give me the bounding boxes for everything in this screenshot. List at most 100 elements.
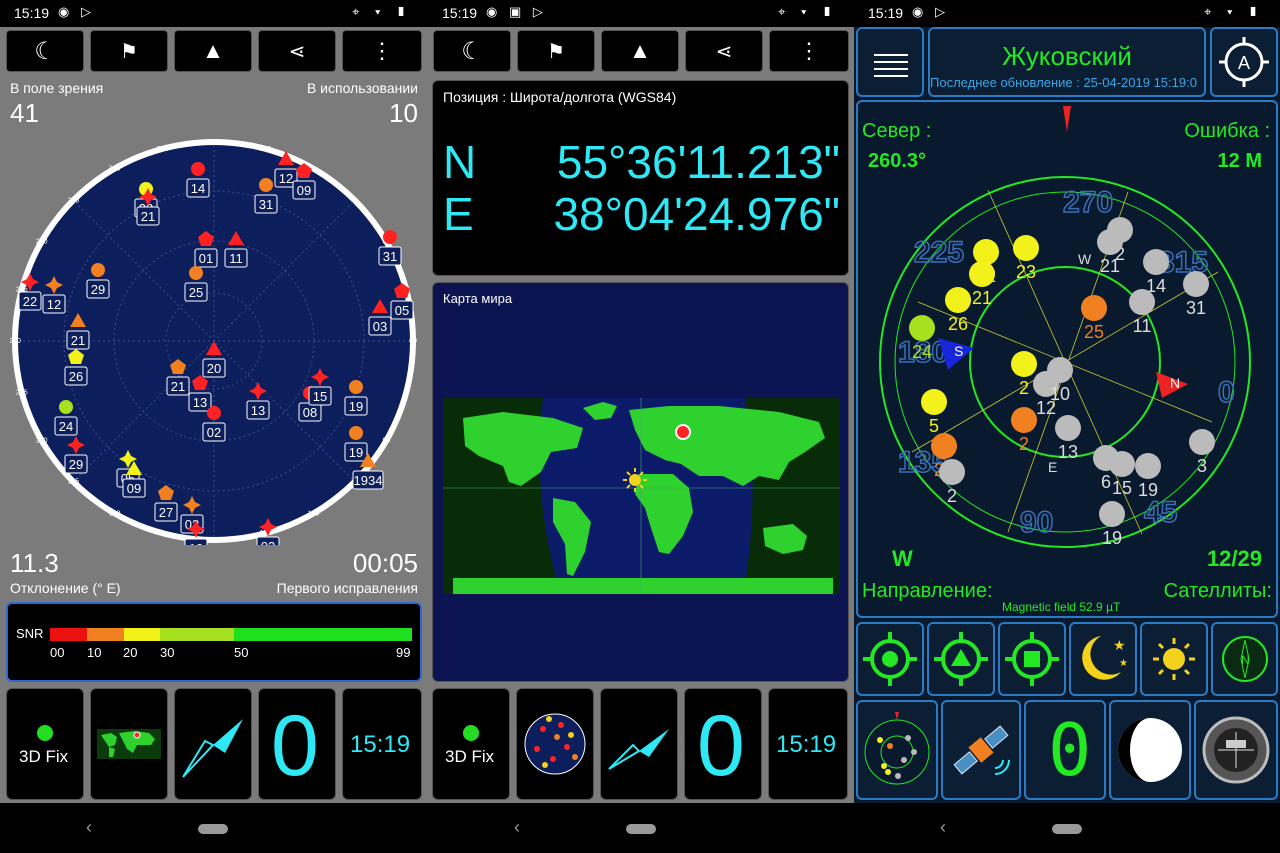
compass-satellite-id: 19 xyxy=(1102,528,1122,548)
radar-degree-tick: 90 xyxy=(382,438,390,445)
hiking-button[interactable]: ⚑ xyxy=(517,30,595,72)
satellite-id: 15 xyxy=(313,389,327,404)
world-map xyxy=(443,398,840,594)
hiking-button[interactable]: ⚑ xyxy=(90,30,168,72)
clock-tile[interactable]: 15:19 xyxy=(768,688,848,800)
home-pill-icon[interactable] xyxy=(626,824,656,834)
compass-satellite[interactable]: 19 xyxy=(1099,501,1125,548)
in-use-label: В использовании xyxy=(306,80,418,96)
digital-digit: 0 xyxy=(1048,708,1092,792)
menu-button[interactable] xyxy=(856,27,924,97)
back-icon[interactable]: ‹ xyxy=(514,817,520,838)
compass-satellite[interactable]: 23 xyxy=(1013,235,1039,282)
satellite-id: 21 xyxy=(71,333,85,348)
share-button[interactable]: ⋖ xyxy=(258,30,336,72)
speed-tile[interactable]: 0 xyxy=(684,688,762,800)
fix-status-tile[interactable]: 3D Fix xyxy=(432,688,510,800)
clock-tile[interactable]: 15:19 xyxy=(342,688,422,800)
world-map-panel[interactable]: Карта мира xyxy=(432,282,849,682)
compass-satellite[interactable]: 3 xyxy=(1189,429,1215,476)
day-mode-button[interactable] xyxy=(1140,622,1208,696)
moon-phase-icon xyxy=(1118,718,1182,782)
satellite-id: 10 xyxy=(189,541,203,545)
coordinates-title: Позиция : Широта/долгота (WGS84) xyxy=(443,89,677,105)
satellite-id: 25 xyxy=(189,285,203,300)
fix-status-tile[interactable]: 3D Fix xyxy=(6,688,84,800)
declination-label: Отклонение (° E) xyxy=(10,580,121,596)
gps-triangle-button[interactable] xyxy=(927,622,995,696)
compass-satellite[interactable]: 25 xyxy=(1081,295,1107,342)
ttff-label: Первого исправления xyxy=(276,580,418,596)
compass-satellite[interactable]: 2 xyxy=(1011,407,1037,454)
navigate-button[interactable]: ▲ xyxy=(174,30,252,72)
compass-satellite[interactable]: 2 xyxy=(939,459,965,506)
radar-degree-tick: 330 xyxy=(208,139,220,146)
heading-marker-icon xyxy=(1063,106,1071,132)
compass-tile[interactable] xyxy=(174,688,252,800)
home-pill-icon[interactable] xyxy=(1052,824,1082,834)
share-button[interactable]: ⋖ xyxy=(685,30,763,72)
declination-value: 11.3 xyxy=(10,548,59,578)
compass-satellite[interactable]: 15 xyxy=(1109,451,1135,498)
navigate-button[interactable]: ▲ xyxy=(601,30,679,72)
more-menu-button[interactable]: ⋮ xyxy=(769,30,849,72)
status-bar: 15:19 ◉ ▷ ⌖ ▾ ▮ xyxy=(854,0,1280,27)
gps-fix-button[interactable] xyxy=(856,622,924,696)
night-mode-button[interactable]: ☾ xyxy=(6,30,84,72)
compass-satellite-id: 21 xyxy=(972,288,992,308)
compass-satellite[interactable]: 5 xyxy=(921,389,947,436)
speed-tile[interactable]: 0 xyxy=(258,688,336,800)
satellite-id: 31 xyxy=(383,249,397,264)
satellite-id: 31 xyxy=(259,197,273,212)
satellite-id: 21 xyxy=(171,379,185,394)
sky-radar[interactable]: 3003153303453045609012013515018019521022… xyxy=(10,137,418,545)
compass-needle-icon xyxy=(608,729,669,770)
satellite-id: 29 xyxy=(69,457,83,472)
compass-satellite[interactable]: 11 xyxy=(1129,289,1155,336)
compass-satellite[interactable]: 2 xyxy=(1011,351,1037,398)
snr-tick: 99 xyxy=(396,645,411,660)
status-time: 15:19 xyxy=(14,5,50,21)
radar-degree-tick: 300 xyxy=(109,166,121,173)
compass-mode-button[interactable]: N xyxy=(1211,622,1278,696)
moon-phase-button[interactable] xyxy=(1109,700,1191,800)
snr-tick: 10 xyxy=(87,645,102,660)
world-map-tile[interactable] xyxy=(90,688,168,800)
night-mode-button[interactable]: ★ ★ xyxy=(1069,622,1137,696)
gps-square-button[interactable] xyxy=(998,622,1066,696)
satellite-id: 13 xyxy=(193,395,207,410)
back-icon[interactable]: ‹ xyxy=(86,817,92,838)
radar-degree-tick: 210 xyxy=(36,438,48,445)
satellites-label: Сателлиты: xyxy=(1163,580,1272,602)
compass-satellite[interactable]: 31 xyxy=(1183,271,1209,318)
satellite-id: 21 xyxy=(141,209,155,224)
status-time: 15:19 xyxy=(868,5,904,21)
compass-panel[interactable]: Север : 260.3° Ошибка : 12 M 270 315 0 4… xyxy=(856,100,1278,618)
location-target-button[interactable]: A xyxy=(1210,27,1278,97)
compass-satellite[interactable]: 13 xyxy=(1055,415,1081,462)
status-icons: ◉ ▷ xyxy=(58,4,95,19)
satellite-compass: 270 315 0 45 90 180 225 135 W E S N 2211… xyxy=(879,106,1251,548)
svg-text:S: S xyxy=(954,343,963,359)
satellite-info-button[interactable] xyxy=(941,700,1021,800)
home-pill-icon[interactable] xyxy=(198,824,228,834)
more-menu-button[interactable]: ⋮ xyxy=(342,30,422,72)
compass-satellite[interactable]: 19 xyxy=(1135,453,1161,500)
target-circle-icon xyxy=(863,632,917,686)
digital-speed-button[interactable]: 0 xyxy=(1024,700,1106,800)
system-icons: ⌖ ▾ ▮ xyxy=(1204,4,1264,19)
back-icon[interactable]: ‹ xyxy=(940,817,946,838)
latitude-direction: N xyxy=(443,136,477,188)
compass-tile[interactable] xyxy=(600,688,678,800)
sky-view-tile[interactable] xyxy=(516,688,594,800)
screen-gps-status: 15:19 ◉ ▷ ⌖ ▾ ▮ ☾ ⚑ ▲ ⋖ ⋮ В поле зрения … xyxy=(0,0,428,853)
fix-label: 3D Fix xyxy=(19,747,69,766)
compass-satellite[interactable]: 26 xyxy=(945,287,971,334)
watch-compass-button[interactable] xyxy=(1194,700,1278,800)
speed-value: 0 xyxy=(697,698,745,794)
longitude-value: 38°04'24.976" xyxy=(553,188,840,240)
night-mode-button[interactable]: ☾ xyxy=(433,30,511,72)
system-icons: ⌖ ▾ ▮ xyxy=(778,4,838,19)
radar-view-button[interactable] xyxy=(856,700,938,800)
last-update-text: Последнее обновление : 25-04-2019 15:19:… xyxy=(930,75,1197,90)
